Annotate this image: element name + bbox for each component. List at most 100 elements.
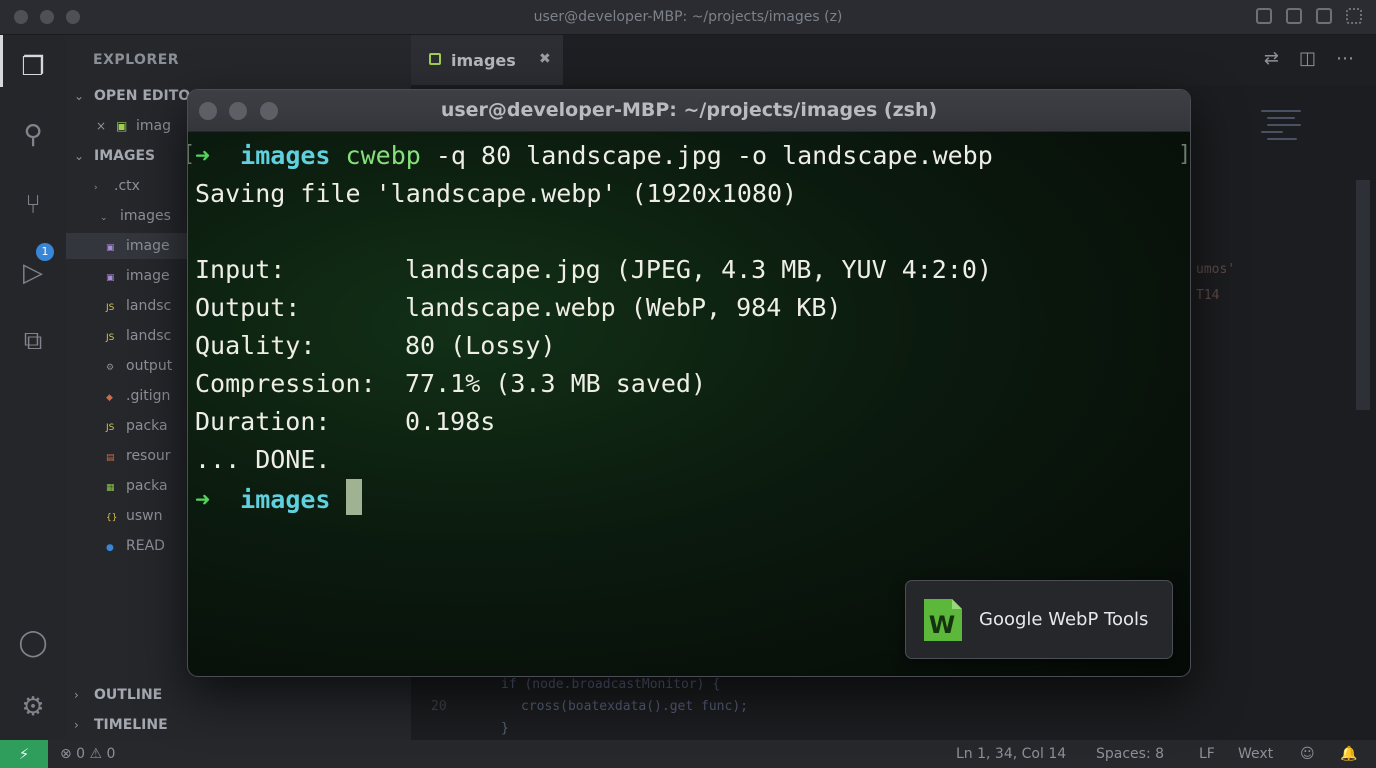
open-editors-section[interactable]: ⌄ OPEN EDITO (74, 88, 190, 114)
outline-section[interactable]: › OUTLINE (74, 687, 162, 713)
js-file-icon: JS (106, 423, 115, 433)
toggle-sidebar-icon[interactable] (1256, 8, 1272, 24)
webp-tools-notification[interactable]: W Google WebP Tools (905, 580, 1173, 659)
file-tree-item[interactable]: ⌄ images (100, 208, 171, 234)
file-tree-item[interactable]: JS landsc (106, 298, 171, 324)
notification-text: Google WebP Tools (979, 609, 1149, 630)
command-name: cwebp (345, 141, 421, 170)
stats-line: Quality: 80 (Lossy) (195, 327, 993, 365)
gear-file-icon: ⚙ (106, 363, 115, 373)
status-bar: ⚡ ⊗ 0 ⚠ 0 Ln 1, 34, Col 14 Spaces: 8 LF … (0, 740, 1376, 768)
remote-indicator-icon[interactable]: ⚡ (0, 740, 48, 768)
open-editor-item[interactable]: × ▣ imag (96, 118, 171, 144)
explorer-header: EXPLORER (93, 52, 180, 68)
file-tree-item[interactable]: › .ctx (94, 178, 140, 204)
customize-layout-icon[interactable] (1346, 8, 1362, 24)
code-fragment: T14 (1196, 288, 1220, 303)
file-tree-item[interactable]: ⚙ output (106, 358, 172, 384)
prompt-line[interactable]: ➜ images (195, 479, 993, 517)
stats-value: landscape.webp (WebP, 984 KB) (405, 293, 842, 322)
feedback-icon[interactable]: ☺ (1300, 746, 1315, 762)
chevron-down-icon: ⌄ (74, 89, 85, 103)
terminal-title-bar: user@developer-MBP: ~/projects/images (z… (188, 90, 1190, 132)
stats-line: Compression: 77.1% (3.3 MB saved) (195, 365, 993, 403)
editor-tab-images[interactable]: images ✖ (411, 35, 563, 85)
problems-indicator[interactable]: ⊗ 0 ⚠ 0 (60, 746, 115, 762)
stats-value: landscape.jpg (JPEG, 4.3 MB, YUV 4:2:0) (405, 255, 992, 284)
code-line: } (501, 721, 509, 736)
file-tree-label: packa (126, 478, 168, 494)
file-tree-item[interactable]: JS packa (106, 418, 168, 444)
compare-changes-icon[interactable]: ⇄ (1264, 48, 1279, 69)
editor-scrollbar[interactable] (1356, 180, 1370, 410)
settings-gear-icon[interactable]: ⚙ (17, 691, 49, 723)
terminal-output[interactable]: ➜ images cwebp -q 80 landscape.jpg -o la… (195, 137, 993, 517)
tab-close-icon[interactable]: ✖ (539, 51, 551, 67)
code-line: cross(boatexdata().get func); (521, 699, 748, 714)
run-debug-icon[interactable]: ▷ (17, 257, 49, 289)
chevron-right-icon: › (74, 688, 79, 702)
account-icon[interactable]: ◯ (17, 627, 49, 659)
toggle-panel-icon[interactable] (1286, 8, 1302, 24)
terminal-window: user@developer-MBP: ~/projects/images (z… (187, 89, 1191, 677)
source-control-icon[interactable]: ⑂ (17, 189, 49, 221)
code-line: if (node.broadcastMonitor) { (501, 677, 721, 692)
notifications-bell-icon[interactable]: 🔔 (1340, 746, 1357, 762)
split-editor-icon[interactable]: ◫ (1299, 48, 1316, 69)
info-file-icon: ● (106, 543, 114, 553)
saving-line: Saving file 'landscape.webp' (1920x1080) (195, 179, 798, 208)
extensions-icon[interactable]: ⧉ (17, 325, 49, 357)
stats-value: 0.198s (405, 407, 496, 436)
line-number: 20 (431, 699, 447, 714)
search-icon[interactable]: ⚲ (17, 119, 49, 151)
indentation-indicator[interactable]: Spaces: 8 (1096, 746, 1164, 762)
stats-label: Quality: (195, 331, 316, 360)
file-tree-label: images (120, 208, 171, 224)
file-tree-label: image (126, 238, 170, 254)
stats-value: 77.1% (3.3 MB saved) (405, 369, 707, 398)
cursor-position[interactable]: Ln 1, 34, Col 14 (956, 746, 1066, 762)
stats-line: Output: landscape.webp (WebP, 984 KB) (195, 289, 993, 327)
vscode-window-title: user@developer-MBP: ~/projects/images (z… (533, 9, 843, 25)
file-tree-label: .ctx (114, 178, 140, 194)
image-file-icon: ▣ (106, 243, 115, 253)
file-tree-label: landsc (126, 328, 172, 344)
command-arguments: -q 80 landscape.jpg -o landscape.webp (435, 141, 993, 170)
prompt-arrow-icon: ➜ (195, 141, 211, 170)
file-tree-label: image (126, 268, 170, 284)
scm-count-badge: 1 (36, 243, 54, 261)
js-file-icon: JS (106, 333, 115, 343)
done-line: ... DONE. (195, 445, 331, 474)
file-tree-item[interactable]: {} uswn (106, 508, 163, 534)
stats-label: Duration: (195, 407, 331, 436)
file-tree-item[interactable]: ▣ image (106, 238, 170, 264)
file-tree-item[interactable]: ▦ packa (106, 478, 168, 504)
file-tree-item[interactable]: ◆ .gitign (106, 388, 170, 414)
images-folder-section[interactable]: ⌄ IMAGES (74, 148, 155, 174)
file-tree-item[interactable]: JS landsc (106, 328, 171, 354)
selection-bracket-right: ] (1178, 142, 1191, 167)
chevron-down-icon: ⌄ (74, 149, 85, 163)
terminal-title: user@developer-MBP: ~/projects/images (z… (440, 99, 938, 121)
stats-line: Input: landscape.jpg (JPEG, 4.3 MB, YUV 4… (195, 251, 993, 289)
js-file-icon: JS (106, 303, 115, 313)
chevron-right-icon: › (74, 718, 79, 732)
file-tree-item[interactable]: ▤ resour (106, 448, 171, 474)
vscode-title-bar: user@developer-MBP: ~/projects/images (z… (0, 0, 1376, 35)
activity-active-indicator (0, 35, 3, 87)
stats-label: Input: (195, 255, 286, 284)
close-icon[interactable]: × (96, 119, 110, 133)
file-tree-label: uswn (126, 508, 163, 524)
file-tree-item[interactable]: ▣ image (106, 268, 170, 294)
file-tree-item[interactable]: ● READ (106, 538, 165, 564)
more-actions-icon[interactable]: ⋯ (1336, 48, 1354, 69)
toggle-secondary-sidebar-icon[interactable] (1316, 8, 1332, 24)
explorer-icon[interactable]: ❐ (17, 51, 49, 83)
json-file-icon: {} (106, 513, 118, 523)
end-of-line-indicator[interactable]: LF (1199, 746, 1215, 762)
webp-tools-icon: W (924, 599, 962, 641)
language-mode[interactable]: Wext (1238, 746, 1273, 762)
stats-label: Compression: (195, 369, 376, 398)
stats-value: 80 (Lossy) (405, 331, 556, 360)
